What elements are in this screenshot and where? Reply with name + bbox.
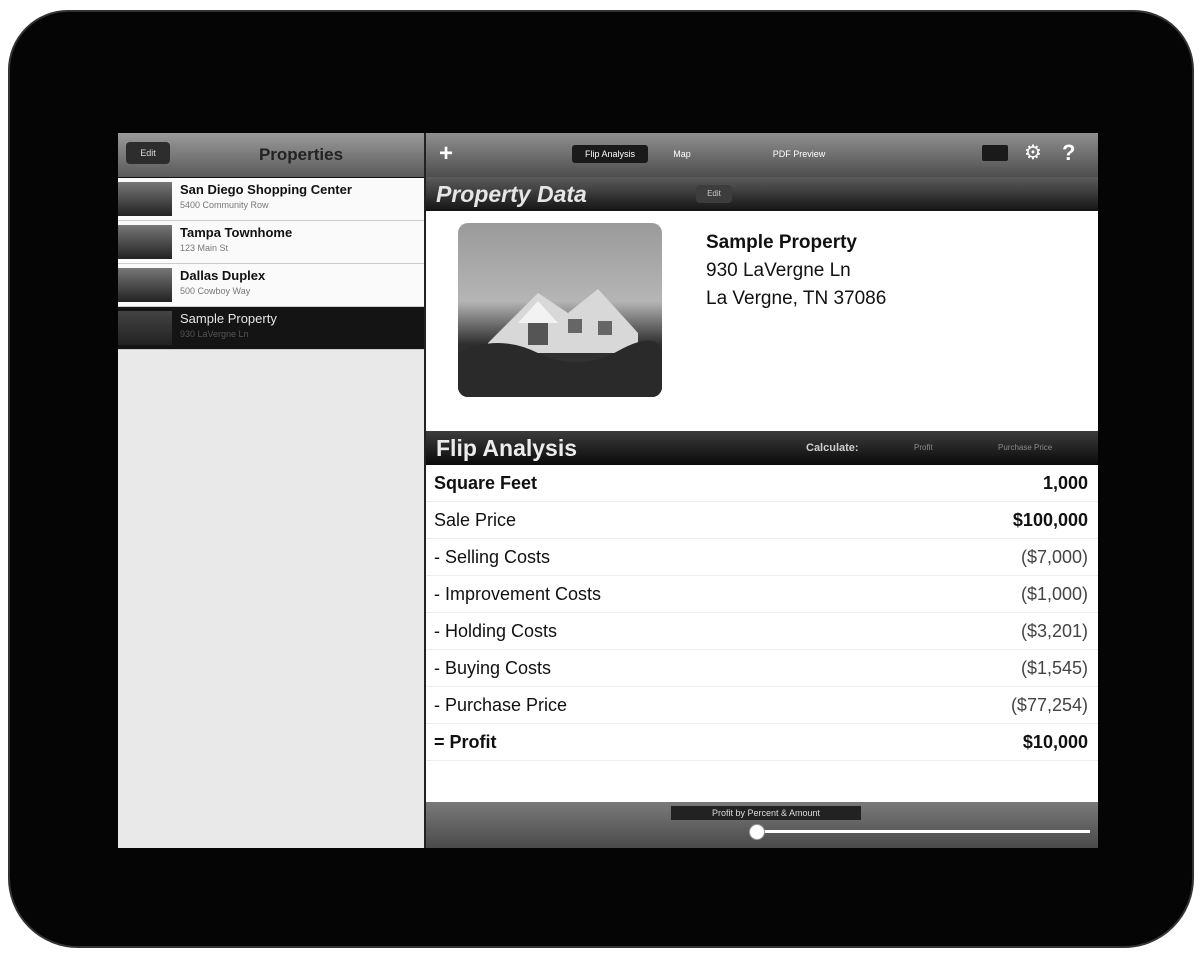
analysis-row[interactable]: Sale Price $100,000: [426, 502, 1098, 539]
app-screen: Edit Properties San Diego Shopping Cente…: [118, 133, 1098, 848]
property-thumbnail: [118, 311, 172, 345]
flip-analysis-header: Flip Analysis Calculate: Profit Purchase…: [426, 431, 1098, 465]
property-name: Sample Property: [180, 311, 277, 326]
top-toolbar: + Flip Analysis Map PDF Preview ⚙ ?: [426, 133, 1098, 177]
property-card: Sample Property 930 LaVergne Ln La Vergn…: [426, 211, 1098, 431]
row-value: ($7,000): [1020, 547, 1088, 567]
sidebar-header: Edit Properties: [118, 133, 424, 178]
row-label: - Selling Costs: [434, 547, 551, 567]
row-label: Sale Price: [434, 510, 517, 530]
calc-option-purchase-price[interactable]: Purchase Price: [998, 431, 1052, 465]
property-list-item[interactable]: Dallas Duplex 500 Cowboy Way: [118, 264, 424, 307]
row-label: Square Feet: [434, 473, 538, 493]
row-value: $100,000: [1012, 510, 1088, 530]
property-info: Sample Property 930 LaVergne Ln La Vergn…: [706, 229, 886, 313]
analysis-row[interactable]: - Purchase Price ($77,254): [426, 687, 1098, 724]
property-info-name: Sample Property: [706, 232, 857, 253]
sidebar-edit-button[interactable]: Edit: [126, 142, 170, 164]
calc-option-profit[interactable]: Profit: [914, 431, 933, 465]
slider-track[interactable]: [756, 830, 1090, 833]
property-name: Tampa Townhome: [180, 225, 293, 240]
analysis-row[interactable]: Square Feet 1,000: [426, 465, 1098, 502]
main-panel: + Flip Analysis Map PDF Preview ⚙ ? Prop…: [426, 133, 1098, 848]
property-data-title: Property Data: [436, 181, 587, 207]
add-property-button[interactable]: +: [434, 140, 458, 168]
property-thumbnail: [118, 225, 172, 259]
analysis-row[interactable]: - Improvement Costs ($1,000): [426, 576, 1098, 613]
tab-flip-analysis[interactable]: Flip Analysis: [572, 145, 648, 163]
row-value: ($3,201): [1020, 621, 1088, 641]
tab-pdf-preview[interactable]: PDF Preview: [756, 145, 842, 163]
row-label: - Buying Costs: [434, 658, 552, 678]
row-label: = Profit: [434, 732, 497, 752]
property-name: Dallas Duplex: [180, 268, 266, 283]
properties-sidebar: Edit Properties San Diego Shopping Cente…: [118, 133, 426, 848]
analysis-row[interactable]: - Selling Costs ($7,000): [426, 539, 1098, 576]
property-list-item[interactable]: San Diego Shopping Center 5400 Community…: [118, 178, 424, 221]
row-label: - Purchase Price: [434, 695, 568, 715]
house-image: [458, 289, 662, 397]
row-value: ($1,545): [1020, 658, 1088, 678]
analysis-row-total[interactable]: = Profit $10,000: [426, 724, 1098, 761]
row-value: ($1,000): [1020, 584, 1088, 604]
sidebar-title: Properties: [258, 145, 344, 164]
flip-analysis-title: Flip Analysis: [436, 435, 578, 461]
property-photo: [458, 223, 662, 397]
row-label: - Holding Costs: [434, 621, 558, 641]
analysis-row[interactable]: - Holding Costs ($3,201): [426, 613, 1098, 650]
property-address: 930 LaVergne Ln: [180, 329, 249, 339]
property-info-street: 930 LaVergne Ln: [706, 260, 851, 281]
tab-map[interactable]: Map: [662, 145, 702, 163]
row-label: - Improvement Costs: [434, 584, 602, 604]
property-address: 5400 Community Row: [180, 200, 269, 210]
property-edit-button[interactable]: Edit: [696, 185, 732, 203]
property-address: 123 Main St: [180, 243, 229, 253]
row-value: ($77,254): [1010, 695, 1088, 715]
property-address: 500 Cowboy Way: [180, 286, 251, 296]
property-list-item[interactable]: Tampa Townhome 123 Main St: [118, 221, 424, 264]
analysis-row[interactable]: - Buying Costs ($1,545): [426, 650, 1098, 687]
row-value: 1,000: [1042, 473, 1088, 493]
help-button[interactable]: ?: [1062, 141, 1075, 165]
gear-icon[interactable]: ⚙: [1024, 141, 1042, 165]
property-name: San Diego Shopping Center: [180, 182, 352, 197]
property-thumbnail: [118, 182, 172, 216]
property-list-item-selected[interactable]: Sample Property 930 LaVergne Ln: [118, 307, 424, 350]
card-icon[interactable]: [982, 145, 1008, 161]
bottom-bar: Profit by Percent & Amount: [426, 802, 1098, 848]
row-value: $10,000: [1022, 732, 1088, 752]
footer-label: Profit by Percent & Amount: [671, 806, 861, 820]
property-info-city: La Vergne, TN 37086: [706, 288, 887, 309]
slider-knob[interactable]: [749, 824, 765, 840]
property-data-header: Property Data Edit: [426, 177, 1098, 211]
calculate-label: Calculate:: [806, 442, 859, 454]
property-thumbnail: [118, 268, 172, 302]
